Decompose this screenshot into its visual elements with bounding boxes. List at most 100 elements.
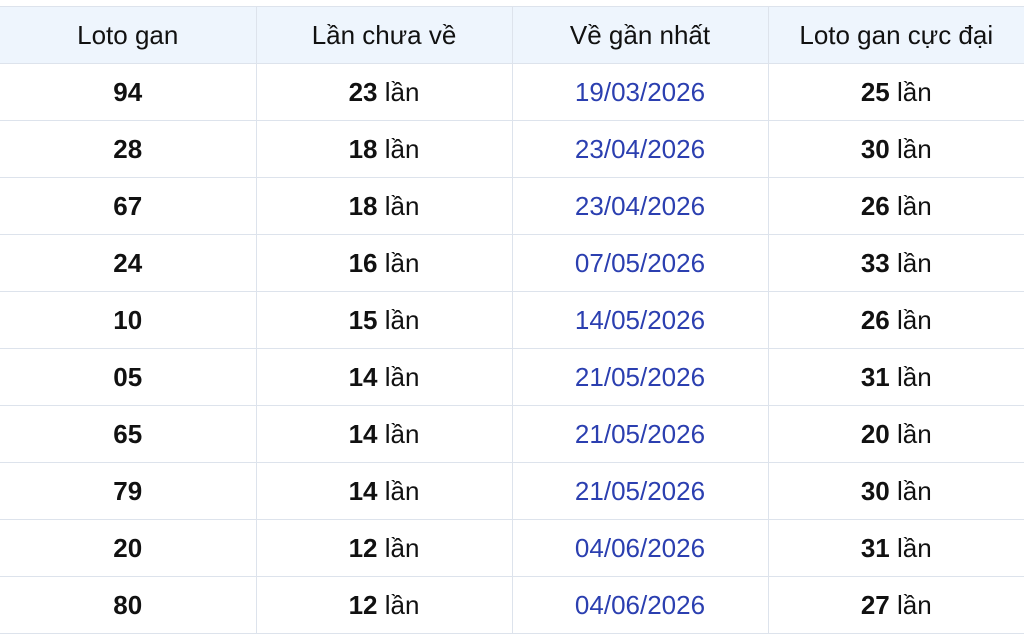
absent-count-cell: 14 lần: [255, 462, 513, 520]
max-gap-unit: lần: [896, 133, 932, 164]
max-gap-cell: 30 lần: [767, 462, 1024, 520]
last-date-cell: 23/04/2026: [511, 120, 769, 178]
loto-number-cell: 10: [0, 291, 257, 349]
max-gap-count: 20: [860, 418, 890, 449]
loto-number: 65: [113, 418, 143, 449]
max-gap-count: 27: [860, 589, 890, 620]
absent-count: 15: [348, 304, 378, 335]
last-date-cell: 21/05/2026: [511, 348, 769, 406]
loto-number: 10: [113, 304, 143, 335]
absent-count-cell: 15 lần: [255, 291, 513, 349]
absent-unit: lần: [384, 418, 420, 449]
absent-unit: lần: [384, 247, 420, 278]
loto-number-cell: 20: [0, 519, 257, 577]
max-gap-count: 25: [860, 76, 890, 107]
table-row: 65 14 lần 21/05/2026 20 lần: [0, 405, 1024, 463]
loto-number: 05: [113, 361, 143, 392]
max-gap-count: 30: [860, 133, 890, 164]
last-date-cell: 21/05/2026: [511, 462, 769, 520]
last-date-cell: 04/06/2026: [511, 519, 769, 577]
header-lan-chua-ve: Lần chưa về: [255, 6, 513, 64]
loto-gan-table: Loto gan Lần chưa về Về gần nhất Loto ga…: [0, 6, 1024, 634]
max-gap-cell: 30 lần: [767, 120, 1024, 178]
last-date: 07/05/2026: [574, 247, 706, 278]
table-row: 67 18 lần 23/04/2026 26 lần: [0, 177, 1024, 235]
absent-count: 18: [348, 190, 378, 221]
last-date-cell: 14/05/2026: [511, 291, 769, 349]
loto-number-cell: 65: [0, 405, 257, 463]
table-header: Loto gan Lần chưa về Về gần nhất Loto ga…: [0, 6, 1024, 64]
loto-number: 20: [113, 532, 143, 563]
max-gap-count: 31: [860, 361, 890, 392]
last-date-cell: 04/06/2026: [511, 576, 769, 634]
absent-count-cell: 12 lần: [255, 519, 513, 577]
table-row: 24 16 lần 07/05/2026 33 lần: [0, 234, 1024, 292]
last-date: 19/03/2026: [574, 76, 706, 107]
last-date-cell: 07/05/2026: [511, 234, 769, 292]
loto-number: 94: [113, 76, 143, 107]
absent-count-cell: 12 lần: [255, 576, 513, 634]
absent-count: 23: [348, 76, 378, 107]
absent-count: 14: [348, 361, 378, 392]
loto-number: 80: [113, 589, 143, 620]
absent-count: 14: [348, 475, 378, 506]
loto-number: 24: [113, 247, 143, 278]
last-date-cell: 19/03/2026: [511, 63, 769, 121]
max-gap-unit: lần: [896, 589, 932, 620]
last-date-cell: 21/05/2026: [511, 405, 769, 463]
max-gap-cell: 33 lần: [767, 234, 1024, 292]
absent-count: 16: [348, 247, 378, 278]
absent-count: 14: [348, 418, 378, 449]
last-date: 04/06/2026: [574, 589, 706, 620]
last-date: 21/05/2026: [574, 475, 706, 506]
loto-number-cell: 80: [0, 576, 257, 634]
header-ve-gan-nhat: Về gần nhất: [511, 6, 769, 64]
max-gap-cell: 26 lần: [767, 291, 1024, 349]
max-gap-count: 33: [860, 247, 890, 278]
max-gap-count: 26: [860, 190, 890, 221]
absent-count: 12: [348, 532, 378, 563]
max-gap-cell: 27 lần: [767, 576, 1024, 634]
max-gap-unit: lần: [896, 76, 932, 107]
max-gap-cell: 31 lần: [767, 348, 1024, 406]
absent-unit: lần: [384, 532, 420, 563]
max-gap-unit: lần: [896, 418, 932, 449]
loto-number-cell: 79: [0, 462, 257, 520]
max-gap-count: 30: [860, 475, 890, 506]
last-date: 04/06/2026: [574, 532, 706, 563]
max-gap-count: 26: [860, 304, 890, 335]
absent-unit: lần: [384, 475, 420, 506]
last-date: 14/05/2026: [574, 304, 706, 335]
loto-number-cell: 94: [0, 63, 257, 121]
table-row: 94 23 lần 19/03/2026 25 lần: [0, 63, 1024, 121]
last-date-cell: 23/04/2026: [511, 177, 769, 235]
absent-count-cell: 23 lần: [255, 63, 513, 121]
header-loto-gan-cuc-dai: Loto gan cực đại: [767, 6, 1024, 64]
table-row: 79 14 lần 21/05/2026 30 lần: [0, 462, 1024, 520]
table-row: 28 18 lần 23/04/2026 30 lần: [0, 120, 1024, 178]
max-gap-unit: lần: [896, 475, 932, 506]
table-row: 10 15 lần 14/05/2026 26 lần: [0, 291, 1024, 349]
last-date: 23/04/2026: [574, 190, 706, 221]
max-gap-unit: lần: [896, 361, 932, 392]
loto-number: 67: [113, 190, 143, 221]
loto-number-cell: 05: [0, 348, 257, 406]
table-row: 20 12 lần 04/06/2026 31 lần: [0, 519, 1024, 577]
table-row: 80 12 lần 04/06/2026 27 lần: [0, 576, 1024, 634]
header-loto-gan: Loto gan: [0, 6, 257, 64]
table-body: 94 23 lần 19/03/2026 25 lần 28 18 lần 23…: [0, 63, 1024, 634]
absent-count: 12: [348, 589, 378, 620]
absent-count: 18: [348, 133, 378, 164]
loto-number: 79: [113, 475, 143, 506]
absent-unit: lần: [384, 76, 420, 107]
absent-unit: lần: [384, 133, 420, 164]
absent-count-cell: 18 lần: [255, 120, 513, 178]
absent-unit: lần: [384, 190, 420, 221]
max-gap-cell: 26 lần: [767, 177, 1024, 235]
absent-unit: lần: [384, 589, 420, 620]
max-gap-count: 31: [860, 532, 890, 563]
absent-unit: lần: [384, 361, 420, 392]
loto-number-cell: 24: [0, 234, 257, 292]
loto-number-cell: 67: [0, 177, 257, 235]
absent-count-cell: 14 lần: [255, 348, 513, 406]
